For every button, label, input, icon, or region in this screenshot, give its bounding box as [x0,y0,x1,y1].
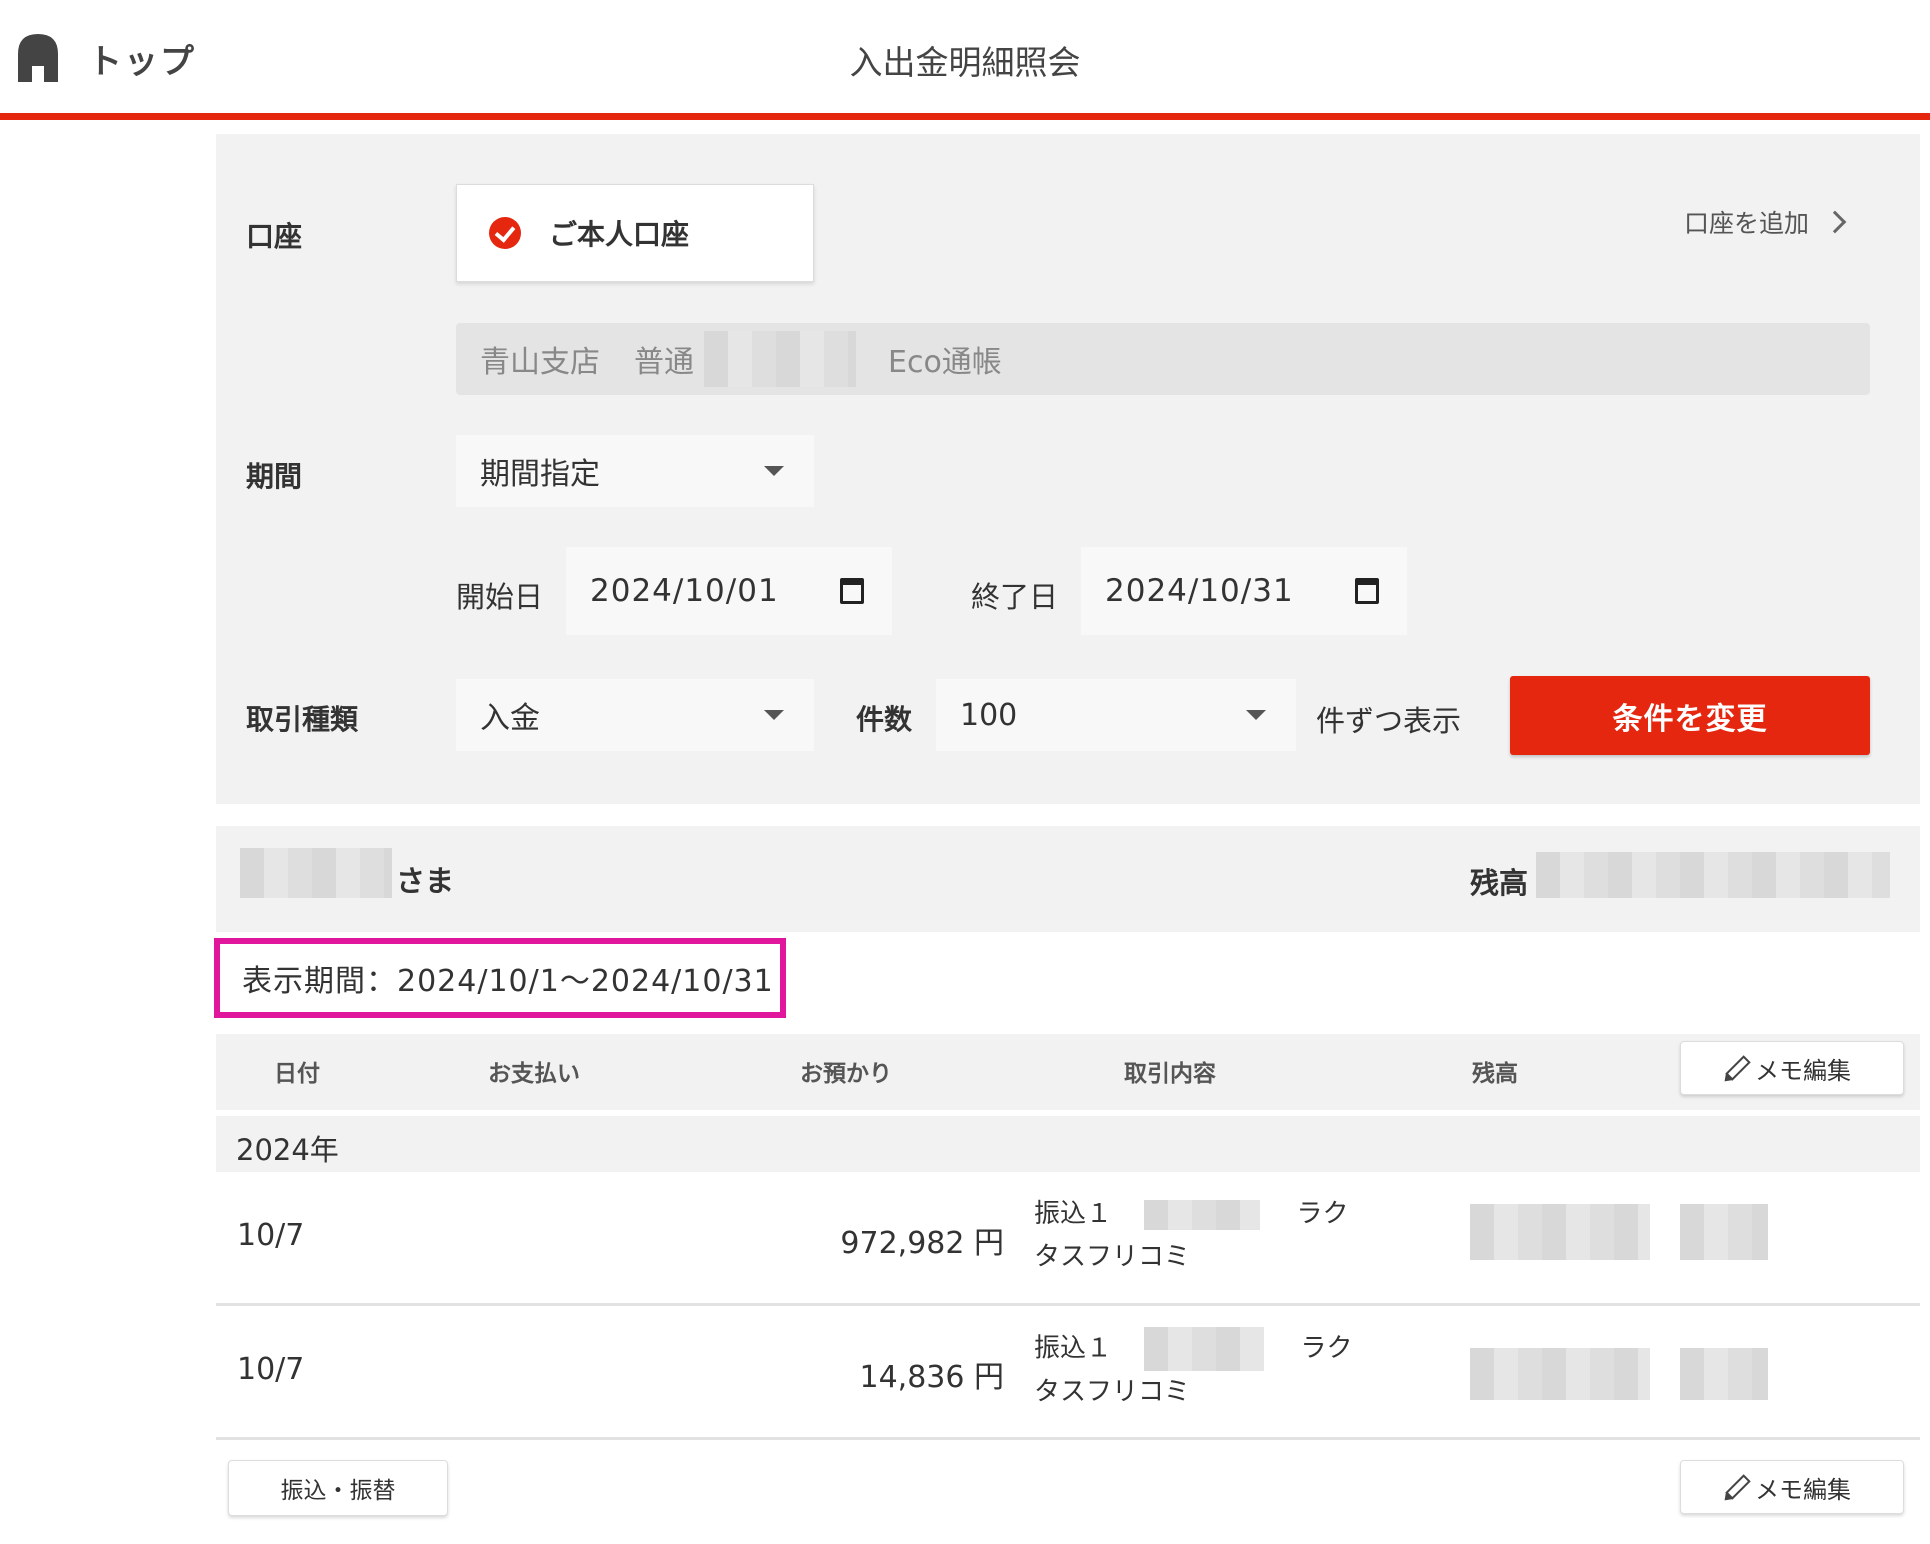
transaction-type-value: 入金 [480,701,540,736]
own-account-chip[interactable]: ご本人口座 [456,184,814,282]
period-select[interactable]: 期間指定 [456,435,814,507]
desc-prefix: 振込１ [1034,1199,1113,1229]
caret-down-icon [764,466,784,476]
account-number-redacted [704,331,856,387]
period-label: 期間 [246,460,303,493]
desc-prefix: 振込１ [1034,1333,1113,1364]
payer-redacted [1144,1327,1265,1371]
account-info-bar: 青山支店 普通 Eco通帳 [456,323,1870,395]
row-balance-redacted [1470,1204,1650,1260]
desc-suffix: ラク [1296,1199,1349,1229]
calendar-icon[interactable] [1355,578,1379,604]
customer-name-redacted [240,848,392,898]
start-date-label: 開始日 [456,580,544,614]
memo-edit-button-bottom[interactable]: メモ編集 [1680,1460,1904,1514]
apply-conditions-button[interactable]: 条件を変更 [1510,676,1870,755]
memo-edit-label: メモ編集 [1755,1056,1851,1085]
start-date-input[interactable]: 2024/10/01 [566,547,892,635]
customer-honorific: さま [396,864,455,898]
end-date-value: 2024/10/31 [1105,573,1294,609]
count-select-value: 100 [960,697,1018,733]
end-date-label: 終了日 [971,580,1059,614]
col-header-description: 取引内容 [1124,1061,1216,1087]
pencil-icon [1725,1055,1751,1081]
count-suffix: 件ずつ表示 [1316,704,1462,738]
account-type: 普通 [634,345,694,380]
col-header-deposit: お預かり [800,1061,892,1087]
row-description: 振込１ ラク タスフリコミ [1034,1327,1353,1414]
own-account-label: ご本人口座 [549,218,690,251]
chevron-right-icon [1823,210,1847,234]
table-header [216,1034,1920,1110]
memo-edit-label: メモ編集 [1755,1475,1851,1504]
desc-line2: タスフリコミ [1034,1242,1191,1272]
transaction-type-label: 取引種類 [246,703,359,736]
add-account-label: 口座を追加 [1684,209,1810,238]
passbook-type: Eco通帳 [888,345,1002,380]
period-select-value: 期間指定 [480,457,600,492]
caret-down-icon [1246,710,1266,720]
account-label: 口座 [246,220,303,253]
balance-label: 残高 [1470,866,1529,900]
pencil-icon [1725,1474,1751,1500]
calendar-icon[interactable] [840,578,864,604]
payer-redacted [1144,1199,1261,1230]
caret-down-icon [764,710,784,720]
col-header-balance: 残高 [1472,1061,1518,1087]
row-date: 10/7 [237,1218,305,1253]
app-header: トップ 入出金明細照会 [0,0,1930,120]
add-account-link[interactable]: 口座を追加 [1684,204,1847,240]
transaction-type-select[interactable]: 入金 [456,679,814,751]
transfer-button[interactable]: 振込・振替 [228,1460,448,1516]
count-select[interactable]: 100 [936,679,1296,751]
balance-value-redacted [1536,852,1890,898]
branch-name: 青山支店 [480,345,600,380]
row-memo-redacted [1680,1204,1768,1260]
row-memo-redacted [1680,1348,1768,1400]
start-date-value: 2024/10/01 [590,573,779,609]
row-date: 10/7 [237,1352,305,1387]
row-description: 振込１ ラク タスフリコミ [1034,1193,1349,1279]
row-balance-redacted [1470,1348,1650,1400]
year-group-row [216,1116,1920,1172]
year-label: 2024年 [236,1133,339,1167]
desc-line2: タスフリコミ [1034,1377,1191,1407]
col-header-date: 日付 [274,1061,320,1087]
desc-suffix: ラク [1300,1333,1353,1364]
end-date-input[interactable]: 2024/10/31 [1081,547,1407,635]
check-circle-icon [489,217,521,249]
row-deposit: 14,836 円 [859,1360,1004,1395]
count-label: 件数 [856,703,913,736]
memo-edit-button[interactable]: メモ編集 [1680,1041,1904,1095]
page-title: 入出金明細照会 [849,43,1081,82]
display-period: 表示期間：2024/10/1〜2024/10/31 [214,938,786,1018]
row-deposit: 972,982 円 [840,1226,1004,1261]
col-header-payment: お支払い [488,1061,580,1087]
